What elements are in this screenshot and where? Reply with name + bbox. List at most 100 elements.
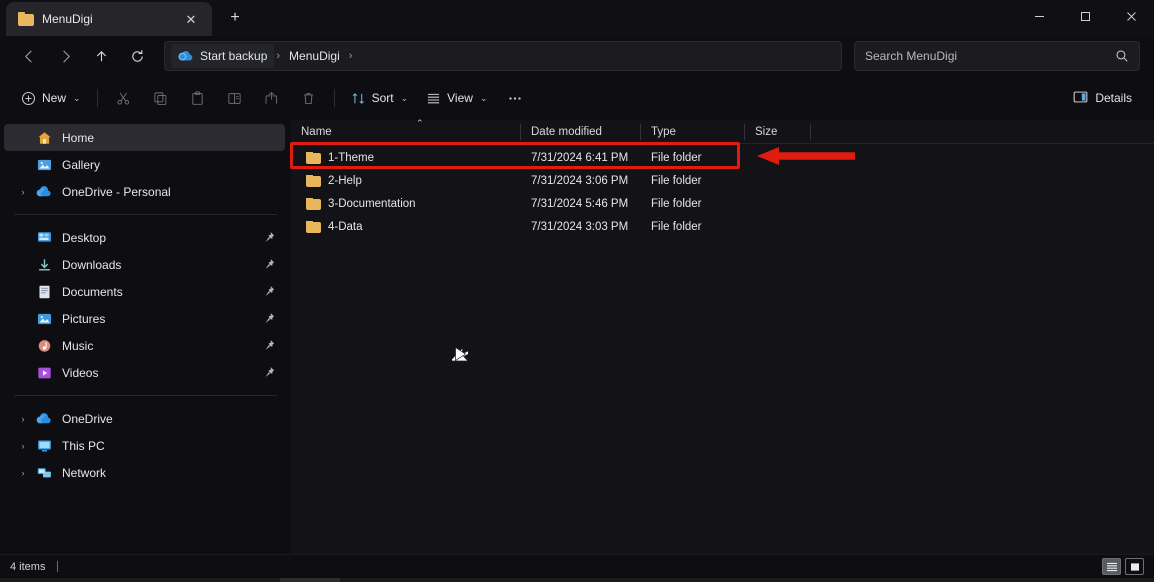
sidebar-item-label: Documents	[62, 284, 123, 299]
sidebar-item-label: Desktop	[62, 230, 107, 245]
command-bar: New ⌄ Sort ⌄ View ⌄ Details	[0, 76, 1154, 120]
thispc-icon	[34, 437, 54, 455]
details-pane-button[interactable]: Details	[1063, 82, 1142, 114]
pin-icon[interactable]	[264, 231, 275, 244]
column-header-type[interactable]: Type	[641, 120, 745, 144]
videos-icon	[34, 364, 54, 382]
maximize-icon[interactable]	[1062, 0, 1108, 32]
scissors-icon	[116, 91, 131, 106]
breadcrumb-separator-end[interactable]: ›	[347, 50, 355, 62]
pin-icon[interactable]	[264, 312, 275, 325]
details-button-label: Details	[1095, 91, 1132, 105]
row-date-cell: 7/31/2024 5:46 PM	[531, 197, 629, 210]
chevron-down-icon: ⌄	[479, 92, 488, 103]
large-icons-view-toggle[interactable]	[1125, 558, 1144, 575]
pin-icon[interactable]	[264, 339, 275, 352]
sidebar-item-onedrive-personal[interactable]: › OneDrive - Personal	[4, 178, 285, 205]
more-options-button[interactable]	[496, 82, 534, 114]
column-header-name[interactable]: ⌃ Name	[291, 118, 521, 144]
cut-button[interactable]	[105, 82, 142, 114]
file-list-pane[interactable]: ⌃ Name Date modified Type Size 1-Theme 7…	[291, 118, 1154, 554]
copy-button[interactable]	[142, 82, 179, 114]
new-button[interactable]: New ⌄	[12, 82, 90, 114]
sidebar-item-documents[interactable]: Documents	[4, 278, 285, 305]
delete-button[interactable]	[290, 82, 327, 114]
table-row[interactable]: 1-Theme 7/31/2024 6:41 PM File folder	[295, 146, 1148, 169]
row-date-cell: 7/31/2024 3:06 PM	[531, 174, 629, 187]
toolbar-divider	[96, 89, 98, 107]
share-button[interactable]	[253, 82, 290, 114]
table-row[interactable]: 3-Documentation 7/31/2024 5:46 PM File f…	[295, 192, 1148, 215]
folder-icon	[306, 220, 321, 233]
folder-icon	[18, 12, 34, 26]
sidebar-item-label: This PC	[62, 438, 105, 453]
sidebar-item-gallery[interactable]: Gallery	[4, 151, 285, 178]
details-view-toggle[interactable]	[1102, 558, 1121, 575]
sort-icon	[351, 91, 366, 106]
column-header-size[interactable]: Size	[745, 120, 811, 144]
row-date-cell: 7/31/2024 6:41 PM	[531, 151, 629, 164]
paste-button[interactable]	[179, 82, 216, 114]
chevron-right-icon[interactable]: ›	[12, 408, 34, 430]
tab-menudigi[interactable]: MenuDigi ✕	[6, 2, 212, 36]
row-type-cell: File folder	[651, 174, 702, 187]
new-tab-button[interactable]: +	[220, 3, 250, 33]
row-type-cell: File folder	[651, 220, 702, 233]
back-icon[interactable]	[12, 41, 46, 71]
table-row[interactable]: 2-Help 7/31/2024 3:06 PM File folder	[295, 169, 1148, 192]
minimize-icon[interactable]	[1016, 0, 1062, 32]
chevron-right-icon[interactable]: ›	[12, 181, 34, 203]
chevron-right-icon[interactable]: ›	[12, 462, 34, 484]
pin-icon[interactable]	[264, 258, 275, 271]
close-window-icon[interactable]	[1108, 0, 1154, 32]
home-icon	[34, 129, 54, 147]
navigation-sidebar[interactable]: Home Gallery › OneDrive - Personal Deskt…	[0, 120, 291, 554]
breadcrumb-separator[interactable]: ›	[274, 50, 282, 62]
forward-icon[interactable]	[48, 41, 82, 71]
search-icon[interactable]	[1115, 49, 1129, 63]
close-icon[interactable]: ✕	[178, 7, 204, 31]
view-button[interactable]: View ⌄	[417, 82, 496, 114]
sidebar-item-pictures[interactable]: Pictures	[4, 305, 285, 332]
sidebar-item-downloads[interactable]: Downloads	[4, 251, 285, 278]
pin-icon[interactable]	[264, 285, 275, 298]
pictures-icon	[34, 310, 54, 328]
address-bar[interactable]: Start backup › MenuDigi ›	[164, 41, 842, 71]
pin-icon[interactable]	[264, 366, 275, 379]
breadcrumb-menudigi[interactable]: MenuDigi	[282, 44, 347, 68]
sidebar-item-desktop[interactable]: Desktop	[4, 224, 285, 251]
new-button-label: New	[42, 91, 67, 105]
search-input[interactable]	[865, 49, 1115, 63]
sort-button[interactable]: Sort ⌄	[342, 82, 418, 114]
column-header-date-modified[interactable]: Date modified	[521, 120, 641, 144]
rename-button[interactable]	[216, 82, 253, 114]
row-name-cell: 4-Data	[295, 220, 525, 233]
folder-icon	[306, 151, 321, 164]
tab-title: MenuDigi	[42, 12, 93, 26]
row-date-cell: 7/31/2024 3:03 PM	[531, 220, 629, 233]
chevron-down-icon: ⌄	[73, 92, 81, 103]
sidebar-item-home[interactable]: Home	[4, 124, 285, 151]
sidebar-item-music[interactable]: Music	[4, 332, 285, 359]
refresh-icon[interactable]	[120, 41, 154, 71]
sidebar-item-onedrive[interactable]: › OneDrive	[4, 405, 285, 432]
gallery-icon	[34, 156, 54, 174]
search-box[interactable]	[854, 41, 1140, 71]
sidebar-item-videos[interactable]: Videos	[4, 359, 285, 386]
column-label: Type	[651, 125, 676, 138]
up-icon[interactable]	[84, 41, 118, 71]
sidebar-item-network[interactable]: › Network	[4, 459, 285, 486]
ellipsis-icon	[507, 91, 523, 106]
table-row[interactable]: 4-Data 7/31/2024 3:03 PM File folder	[295, 215, 1148, 238]
sidebar-item-this-pc[interactable]: › This PC	[4, 432, 285, 459]
chevron-right-icon[interactable]: ›	[12, 435, 34, 457]
breadcrumb-start-backup[interactable]: Start backup	[171, 44, 275, 68]
downloads-icon	[34, 256, 54, 274]
toolbar-divider-2	[333, 89, 335, 107]
paste-icon	[190, 90, 205, 106]
tab-strip: MenuDigi ✕ +	[0, 0, 250, 36]
network-icon	[34, 464, 54, 482]
expander-placeholder	[12, 254, 34, 276]
documents-icon	[34, 283, 54, 301]
file-rows: 1-Theme 7/31/2024 6:41 PM File folder 2-…	[291, 144, 1154, 238]
